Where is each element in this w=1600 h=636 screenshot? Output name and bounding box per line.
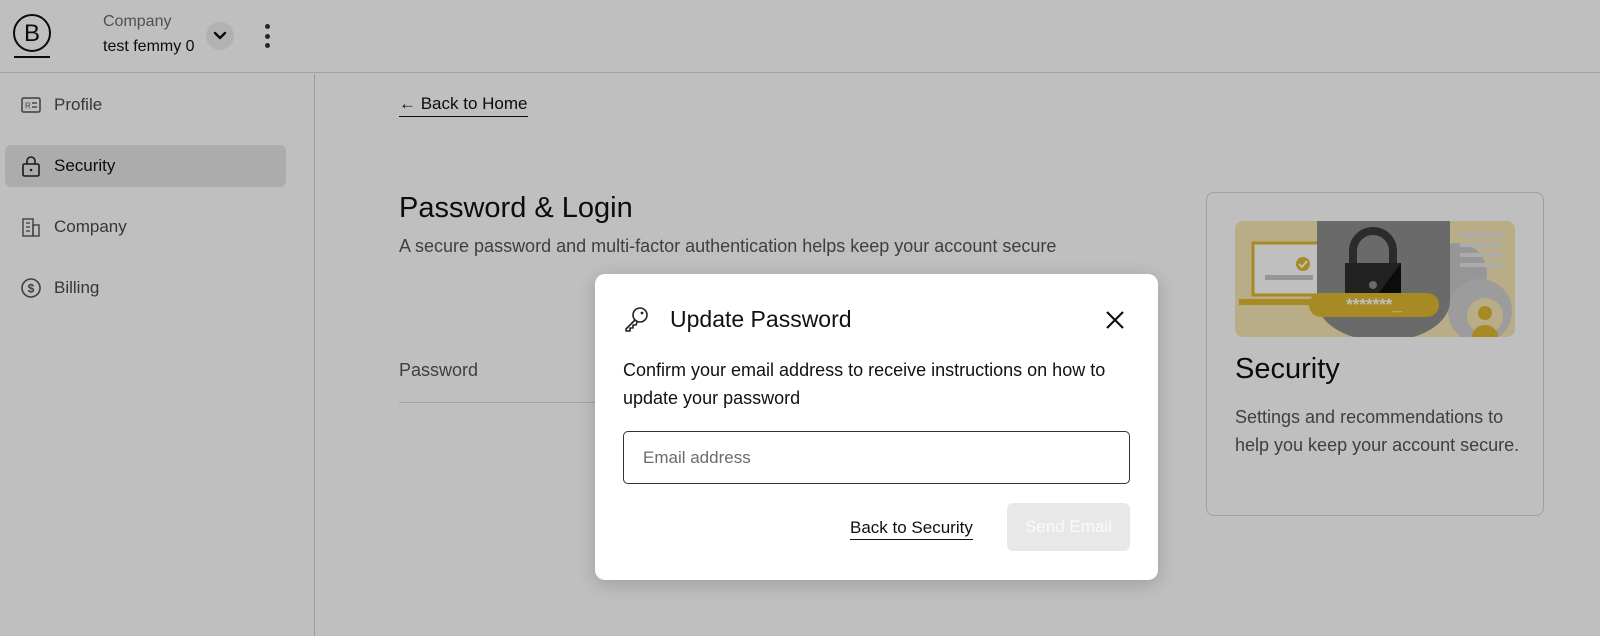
send-email-button[interactable]: Send Email: [1007, 503, 1130, 551]
back-to-security-button[interactable]: Back to Security: [850, 518, 973, 540]
dialog-description: Confirm your email address to receive in…: [623, 360, 1106, 408]
key-icon: [623, 306, 649, 332]
update-password-dialog: Update Password Confirm your email addre…: [595, 274, 1158, 580]
email-field[interactable]: [623, 431, 1130, 484]
dialog-title: Update Password: [670, 306, 852, 332]
close-icon[interactable]: [1103, 308, 1127, 332]
